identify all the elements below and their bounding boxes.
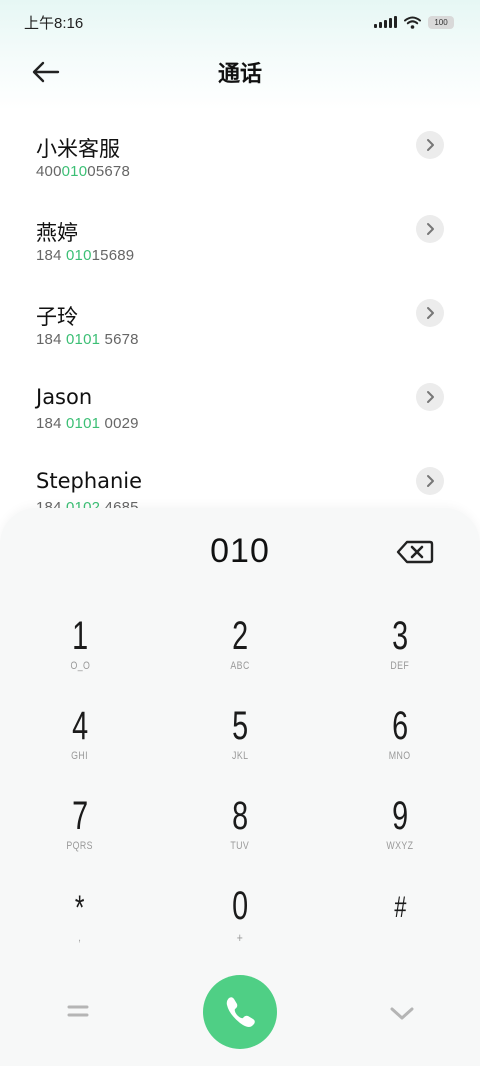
contact-details-button[interactable] bbox=[416, 131, 444, 159]
key-digit: 0 bbox=[231, 884, 249, 928]
signal-icon bbox=[374, 16, 397, 28]
dialpad-panel: 010 1 O_O 2 ABC 3 DEF 4 GHI 5 JKL 6 MNO … bbox=[0, 508, 480, 1066]
back-arrow-icon bbox=[32, 61, 60, 83]
dial-key-9[interactable]: 9 WXYZ bbox=[350, 794, 450, 874]
dial-key-0[interactable]: 0 + bbox=[190, 884, 290, 964]
phone-icon bbox=[226, 997, 255, 1027]
key-letters: WXYZ bbox=[386, 840, 414, 852]
key-digit: 2 bbox=[231, 614, 249, 658]
status-bar: 上午8:16 100 bbox=[0, 0, 480, 44]
back-button[interactable] bbox=[30, 58, 64, 86]
contact-item[interactable]: Stephanie 184 0102 4685 bbox=[0, 441, 480, 515]
key-letters: ABC bbox=[230, 660, 250, 672]
key-digit: 3 bbox=[391, 614, 409, 658]
chevron-right-icon bbox=[427, 139, 434, 151]
backspace-button[interactable] bbox=[396, 540, 434, 564]
wifi-icon bbox=[404, 16, 421, 29]
dial-key-8[interactable]: 8 TUV bbox=[190, 794, 290, 874]
key-digit: # bbox=[393, 891, 407, 924]
chevron-right-icon bbox=[427, 223, 434, 235]
dial-key-2[interactable]: 2 ABC bbox=[190, 614, 290, 694]
key-letters: MNO bbox=[389, 750, 411, 762]
contact-number: 184 01015689 bbox=[36, 247, 135, 264]
contact-number: 184 0101 0029 bbox=[36, 415, 139, 432]
key-digit: 7 bbox=[71, 794, 89, 838]
call-button[interactable] bbox=[203, 975, 277, 1049]
app-header: 通话 bbox=[0, 48, 480, 96]
contact-details-button[interactable] bbox=[416, 467, 444, 495]
contact-name: 子玲 bbox=[36, 305, 78, 329]
dial-key-star[interactable]: * , bbox=[30, 886, 130, 966]
key-digit: * bbox=[75, 889, 85, 927]
contact-details-button[interactable] bbox=[416, 299, 444, 327]
key-digit: 5 bbox=[231, 704, 249, 748]
collapse-dialpad-button[interactable] bbox=[388, 1004, 416, 1022]
page-title: 通话 bbox=[217, 62, 262, 87]
dial-key-5[interactable]: 5 JKL bbox=[190, 704, 290, 784]
key-letters: DEF bbox=[390, 660, 410, 672]
dial-key-6[interactable]: 6 MNO bbox=[350, 704, 450, 784]
contact-name: Stephanie bbox=[36, 469, 143, 493]
chevron-down-icon bbox=[390, 1007, 414, 1020]
status-time: 上午8:16 bbox=[24, 14, 84, 32]
key-digit: 1 bbox=[71, 614, 89, 658]
chevron-right-icon bbox=[427, 391, 434, 403]
key-digit: 4 bbox=[71, 704, 89, 748]
battery-icon: 100 bbox=[428, 15, 454, 29]
key-digit: 6 bbox=[391, 704, 409, 748]
contact-suggestion-list: 小米客服 40001005678 燕婷 184 01015689 子玲 184 … bbox=[0, 105, 480, 515]
key-letters: PQRS bbox=[66, 840, 94, 852]
key-letters: , bbox=[78, 932, 82, 944]
contact-item[interactable]: 燕婷 184 01015689 bbox=[0, 189, 480, 273]
key-letters: + bbox=[236, 930, 244, 945]
contact-item[interactable]: 小米客服 40001005678 bbox=[0, 105, 480, 189]
menu-icon bbox=[67, 1005, 89, 1017]
key-letters: JKL bbox=[231, 750, 249, 762]
contact-number: 40001005678 bbox=[36, 163, 130, 180]
dial-key-3[interactable]: 3 DEF bbox=[350, 614, 450, 694]
status-icons: 100 bbox=[374, 15, 454, 29]
menu-button[interactable] bbox=[66, 1002, 90, 1020]
key-digit: 8 bbox=[231, 794, 249, 838]
contact-name: Jason bbox=[36, 385, 93, 409]
dial-key-1[interactable]: 1 O_O bbox=[30, 614, 130, 694]
contact-name: 小米客服 bbox=[36, 137, 120, 161]
key-digit: 9 bbox=[391, 794, 409, 838]
dial-key-7[interactable]: 7 PQRS bbox=[30, 794, 130, 874]
key-letters: O_O bbox=[70, 660, 90, 672]
contact-details-button[interactable] bbox=[416, 383, 444, 411]
contact-item[interactable]: 子玲 184 0101 5678 bbox=[0, 273, 480, 357]
contact-details-button[interactable] bbox=[416, 215, 444, 243]
key-letters: GHI bbox=[71, 750, 89, 762]
chevron-right-icon bbox=[427, 475, 434, 487]
backspace-icon bbox=[396, 540, 434, 564]
contact-name: 燕婷 bbox=[36, 221, 78, 245]
contact-item[interactable]: Jason 184 0101 0029 bbox=[0, 357, 480, 441]
key-letters: TUV bbox=[230, 840, 250, 852]
chevron-right-icon bbox=[427, 307, 434, 319]
contact-number: 184 0101 5678 bbox=[36, 331, 139, 348]
dial-key-hash[interactable]: # bbox=[350, 886, 450, 966]
battery-level: 100 bbox=[434, 17, 448, 27]
dial-key-4[interactable]: 4 GHI bbox=[30, 704, 130, 784]
